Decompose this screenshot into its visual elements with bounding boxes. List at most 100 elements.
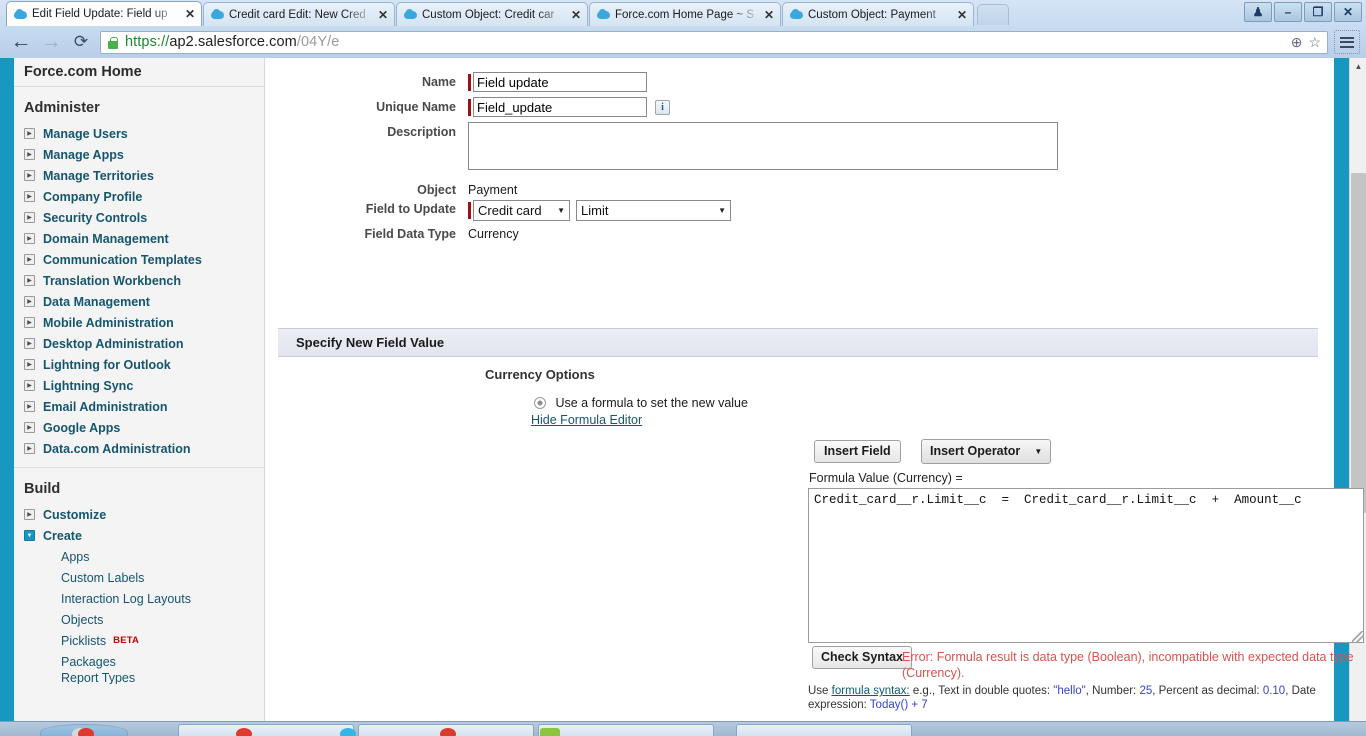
unique-name-input[interactable] (473, 97, 647, 117)
sidebar-item-label[interactable]: Manage Users (43, 127, 128, 141)
sidebar-header[interactable]: Force.com Home (14, 58, 264, 87)
field-to-update-object-select[interactable]: Credit card ▼ (473, 200, 570, 221)
sidebar-item-label[interactable]: Mobile Administration (43, 316, 174, 330)
sidebar-item-mobile-administration[interactable]: ▶ Mobile Administration (14, 312, 264, 333)
chevron-down-icon[interactable]: ▼ (24, 530, 35, 541)
sidebar-item-manage-users[interactable]: ▶ Manage Users (14, 123, 264, 144)
sidebar-item-translation-workbench[interactable]: ▶ Translation Workbench (14, 270, 264, 291)
info-icon[interactable]: i (655, 99, 670, 115)
sidebar-subitem-picklists[interactable]: Picklists BETA (14, 630, 264, 651)
sidebar-item-company-profile[interactable]: ▶ Company Profile (14, 186, 264, 207)
user-profile-button[interactable]: ♟ (1244, 2, 1272, 22)
browser-menu-icon[interactable] (1334, 30, 1360, 54)
sidebar-item-label[interactable]: Manage Territories (43, 169, 154, 183)
close-window-button[interactable]: ✕ (1334, 2, 1362, 22)
sidebar-subitem-label[interactable]: Interaction Log Layouts (61, 592, 191, 606)
sidebar-item-data-management[interactable]: ▶ Data Management (14, 291, 264, 312)
sidebar-item-email-administration[interactable]: ▶ Email Administration (14, 396, 264, 417)
chevron-right-icon[interactable]: ▶ (24, 275, 35, 286)
sidebar-item-label[interactable]: Domain Management (43, 232, 169, 246)
bookmark-star-icon[interactable]: ☆ (1308, 34, 1321, 51)
insert-field-button[interactable]: Insert Field (814, 440, 901, 463)
scrollbar-thumb[interactable] (1351, 173, 1366, 513)
sidebar-subitem-label[interactable]: Packages (61, 655, 116, 669)
browser-tab-2[interactable]: Credit card Edit: New Cred ✕ (203, 2, 395, 26)
taskbar-window-1[interactable] (178, 724, 354, 736)
chevron-right-icon[interactable]: ▶ (24, 296, 35, 307)
chevron-right-icon[interactable]: ▶ (24, 191, 35, 202)
back-icon[interactable]: ← (6, 27, 36, 57)
tab-close-icon[interactable]: ✕ (183, 8, 197, 20)
name-input[interactable] (473, 72, 647, 92)
restore-button[interactable]: ❐ (1304, 2, 1332, 22)
sidebar-item-communication-templates[interactable]: ▶ Communication Templates (14, 249, 264, 270)
chevron-right-icon[interactable]: ▶ (24, 317, 35, 328)
sidebar-item-label[interactable]: Google Apps (43, 421, 120, 435)
formula-textarea[interactable]: Credit_card__r.Limit__c = Credit_card__r… (808, 488, 1364, 643)
chevron-right-icon[interactable]: ▶ (24, 254, 35, 265)
field-to-update-field-select[interactable]: Limit ▼ (576, 200, 731, 221)
sidebar-item-google-apps[interactable]: ▶ Google Apps (14, 417, 264, 438)
tab-close-icon[interactable]: ✕ (955, 9, 969, 21)
chevron-right-icon[interactable]: ▶ (24, 359, 35, 370)
address-bar[interactable]: https://ap2.salesforce.com/04Y/e ⊕ ☆ (100, 30, 1328, 54)
sidebar-subitem-custom-labels[interactable]: Custom Labels (14, 567, 264, 588)
sidebar-item-desktop-administration[interactable]: ▶ Desktop Administration (14, 333, 264, 354)
insert-operator-button[interactable]: Insert Operator ▼ (921, 439, 1052, 464)
minimize-button[interactable]: – (1274, 2, 1302, 22)
scroll-up-icon[interactable]: ▲ (1350, 58, 1366, 75)
forward-icon[interactable]: → (36, 27, 66, 57)
check-syntax-button[interactable]: Check Syntax (812, 646, 912, 669)
sidebar-subitem-report-types[interactable]: Report Types (14, 672, 264, 684)
new-tab-button[interactable] (977, 4, 1009, 25)
sidebar-item-label[interactable]: Manage Apps (43, 148, 124, 162)
sidebar-subitem-label[interactable]: Custom Labels (61, 571, 144, 585)
use-formula-radio-row[interactable]: Use a formula to set the new value (534, 396, 748, 410)
sidebar-item-lightning-for-outlook[interactable]: ▶ Lightning for Outlook (14, 354, 264, 375)
sidebar-item-lightning-sync[interactable]: ▶ Lightning Sync (14, 375, 264, 396)
sidebar-item-label[interactable]: Lightning for Outlook (43, 358, 171, 372)
chevron-right-icon[interactable]: ▶ (24, 170, 35, 181)
sidebar-subitem-objects[interactable]: Objects (14, 609, 264, 630)
sidebar-item-domain-management[interactable]: ▶ Domain Management (14, 228, 264, 249)
chevron-right-icon[interactable]: ▶ (24, 509, 35, 520)
taskbar-window-4[interactable] (736, 724, 912, 736)
sidebar-item-label[interactable]: Data.com Administration (43, 442, 190, 456)
browser-tab-3[interactable]: Custom Object: Credit car ✕ (396, 2, 588, 26)
sidebar-item-security-controls[interactable]: ▶ Security Controls (14, 207, 264, 228)
chevron-right-icon[interactable]: ▶ (24, 380, 35, 391)
sidebar-item-label[interactable]: Customize (43, 508, 106, 522)
radio-selected-icon[interactable] (534, 397, 546, 409)
sidebar-item-label[interactable]: Company Profile (43, 190, 142, 204)
chevron-right-icon[interactable]: ▶ (24, 422, 35, 433)
sidebar-item-label[interactable]: Data Management (43, 295, 150, 309)
taskbar-window-3[interactable] (538, 724, 714, 736)
sidebar-subitem-apps[interactable]: Apps (14, 546, 264, 567)
zoom-icon[interactable]: ⊕ (1291, 34, 1303, 51)
sidebar-subitem-label[interactable]: Picklists (61, 634, 106, 648)
tab-close-icon[interactable]: ✕ (762, 9, 776, 21)
sidebar-item-label[interactable]: Lightning Sync (43, 379, 133, 393)
sidebar-subitem-packages[interactable]: Packages (14, 651, 264, 672)
chevron-right-icon[interactable]: ▶ (24, 149, 35, 160)
sidebar-item-label[interactable]: Security Controls (43, 211, 147, 225)
sidebar-item-customize[interactable]: ▶ Customize (14, 504, 264, 525)
sidebar-item-label[interactable]: Email Administration (43, 400, 168, 414)
tab-close-icon[interactable]: ✕ (376, 9, 390, 21)
browser-tab-1[interactable]: Edit Field Update: Field up ✕ (6, 1, 202, 26)
tab-close-icon[interactable]: ✕ (569, 9, 583, 21)
sidebar-item-label[interactable]: Communication Templates (43, 253, 202, 267)
chevron-right-icon[interactable]: ▶ (24, 338, 35, 349)
sidebar-item-manage-apps[interactable]: ▶ Manage Apps (14, 144, 264, 165)
chevron-right-icon[interactable]: ▶ (24, 401, 35, 412)
reload-icon[interactable]: ⟳ (66, 27, 96, 57)
sidebar-item-label[interactable]: Translation Workbench (43, 274, 181, 288)
sidebar-subitem-interaction-log-layouts[interactable]: Interaction Log Layouts (14, 588, 264, 609)
sidebar-item-label[interactable]: Create (43, 529, 82, 543)
chevron-right-icon[interactable]: ▶ (24, 443, 35, 454)
browser-tab-5[interactable]: Custom Object: Payment ✕ (782, 2, 974, 26)
chevron-right-icon[interactable]: ▶ (24, 233, 35, 244)
sidebar-item-manage-territories[interactable]: ▶ Manage Territories (14, 165, 264, 186)
hide-formula-editor-link[interactable]: Hide Formula Editor (531, 413, 642, 427)
sidebar-subitem-label[interactable]: Objects (61, 613, 103, 627)
